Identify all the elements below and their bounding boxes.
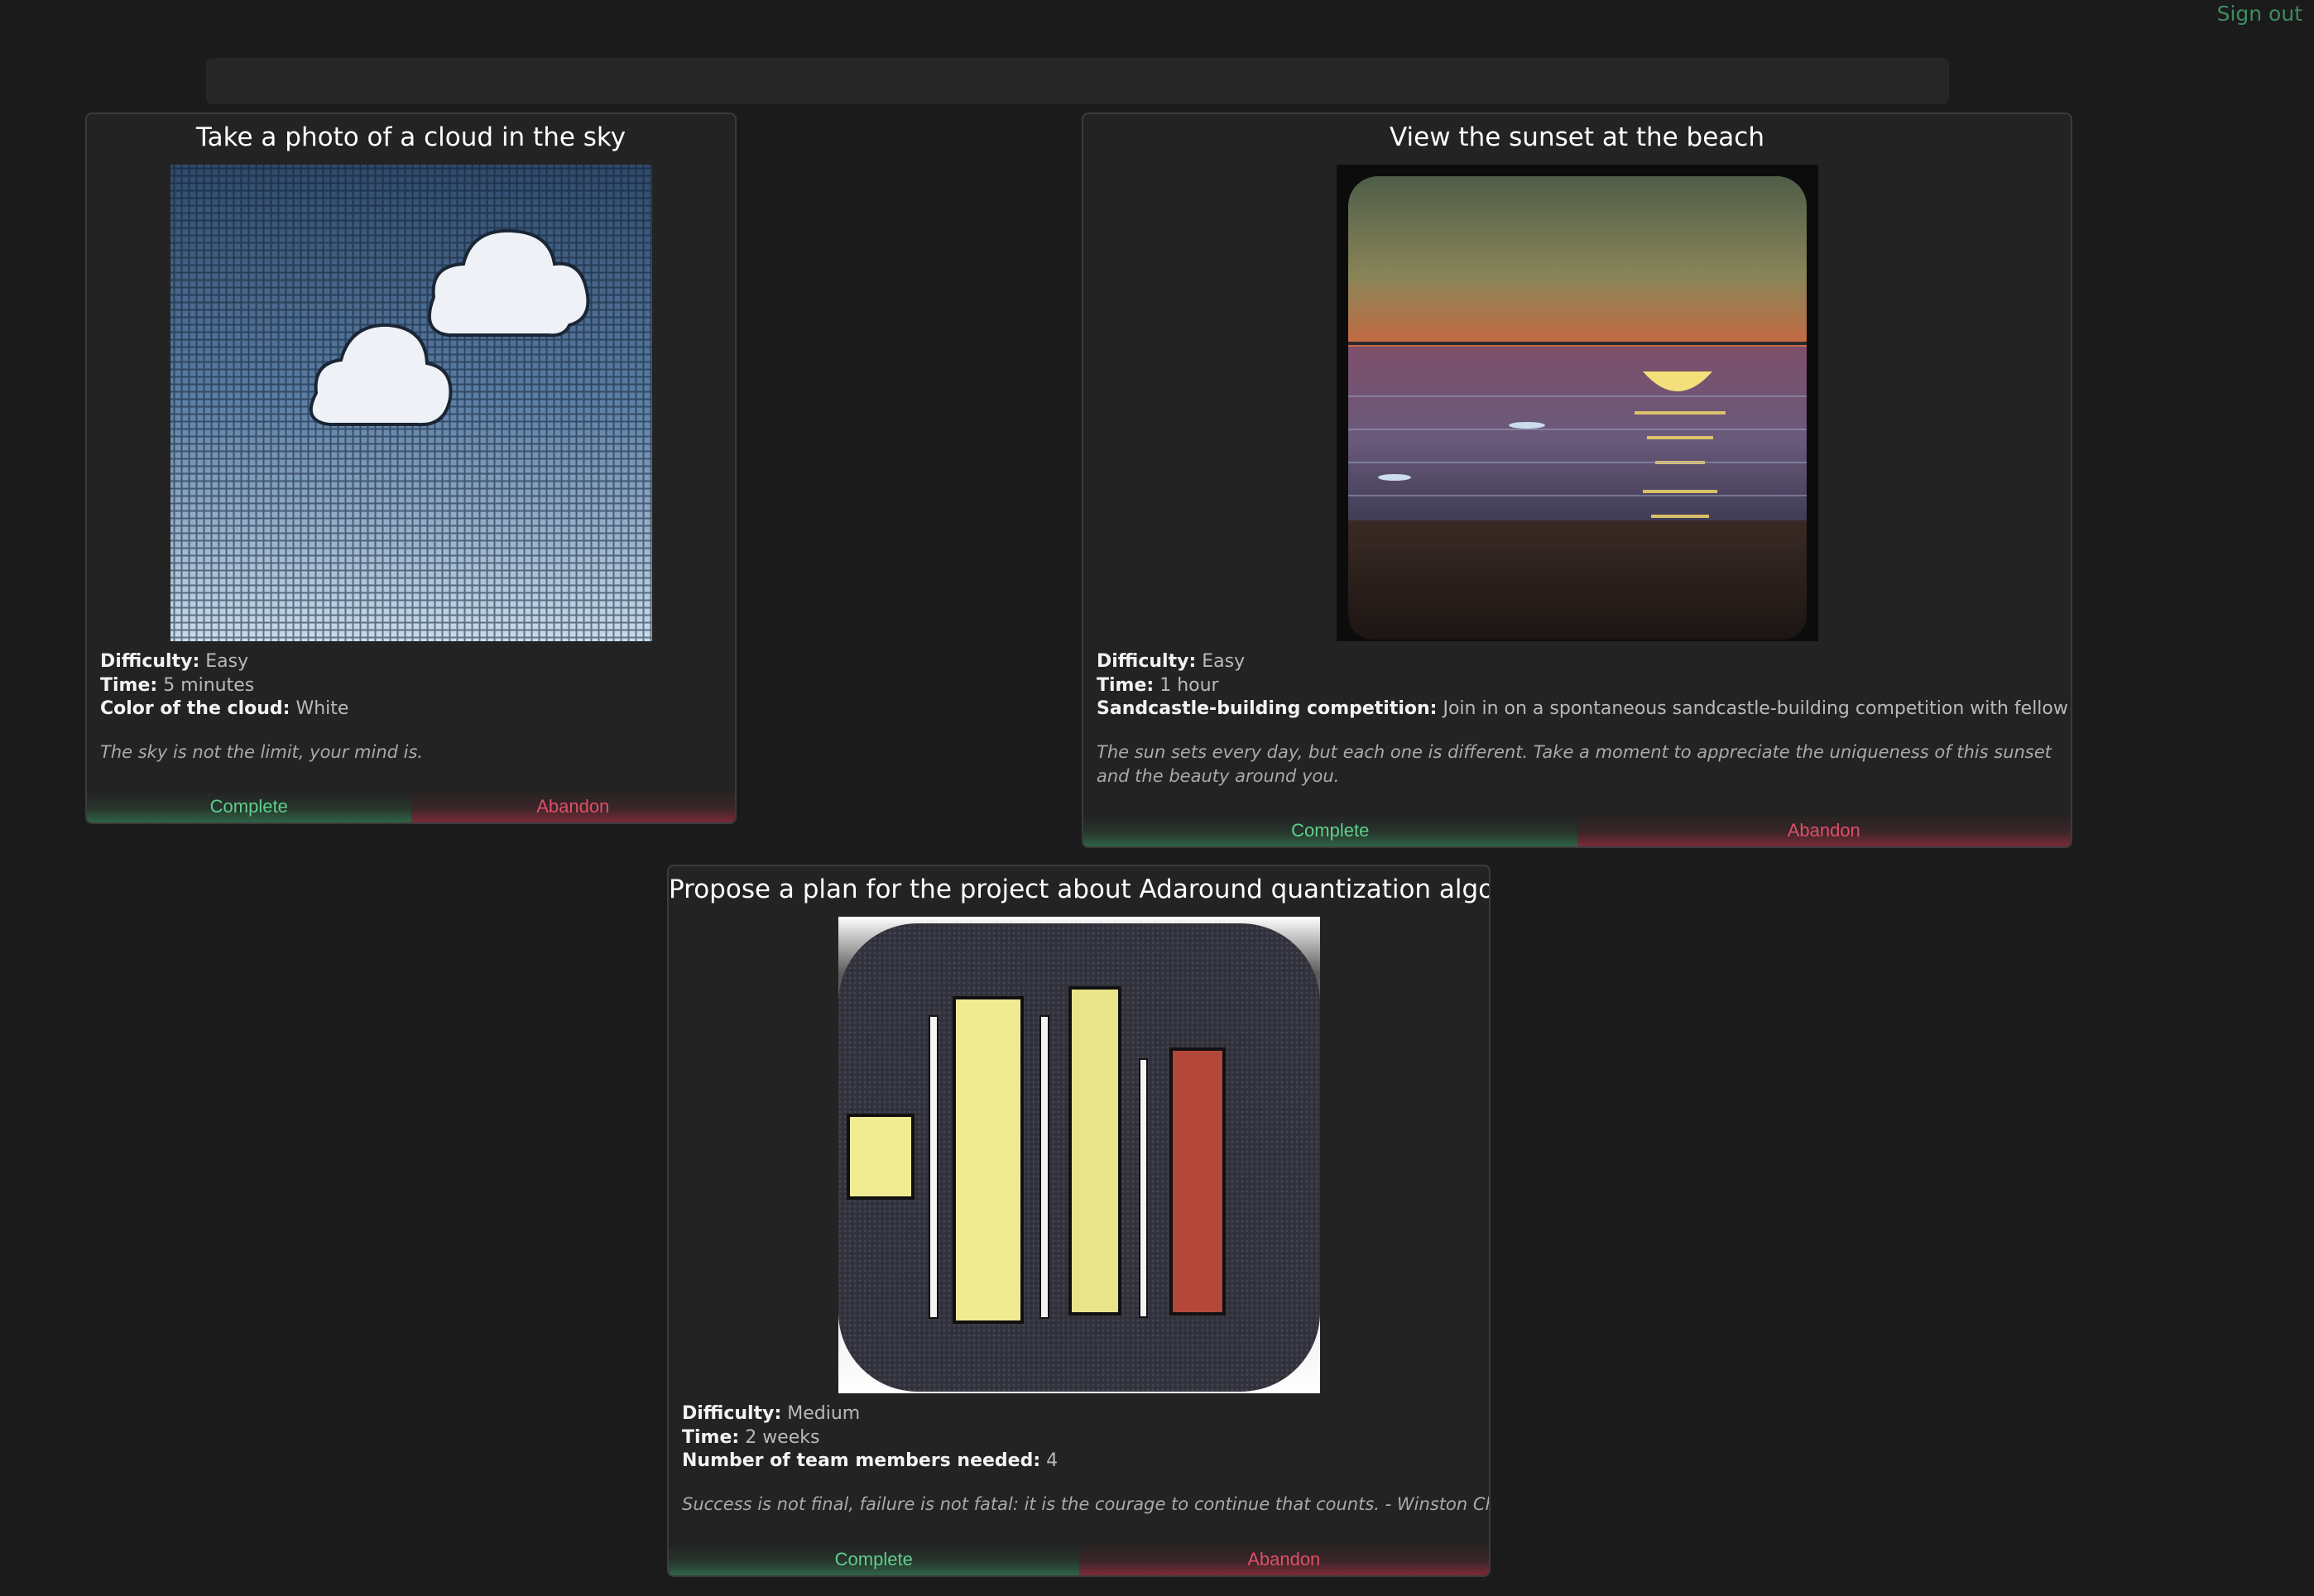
detail-row: Time: 5 minutes xyxy=(100,674,722,698)
sign-out-link[interactable]: Sign out xyxy=(2217,2,2302,26)
quest-details: Difficulty: Medium Time: 2 weeks Number … xyxy=(682,1402,1476,1474)
detail-label: Color of the cloud: xyxy=(100,698,290,719)
beach-sunset-image xyxy=(1337,165,1818,641)
detail-value: Easy xyxy=(1202,651,1246,672)
detail-label: Time: xyxy=(100,674,158,696)
detail-value: 4 xyxy=(1046,1450,1059,1471)
cloud-sky-image xyxy=(170,165,652,641)
complete-button[interactable]: Complete xyxy=(87,791,411,822)
abandon-button[interactable]: Abandon xyxy=(1577,815,2071,846)
quest-details: Difficulty: Easy Time: 5 minutes Color o… xyxy=(100,650,722,721)
quest-actions: Complete Abandon xyxy=(669,1544,1489,1575)
search-bar[interactable] xyxy=(206,58,1949,104)
detail-row: Time: 1 hour xyxy=(1097,674,2057,698)
quest-quote: The sun sets every day, but each one is … xyxy=(1097,742,2052,786)
quest-title: Take a photo of a cloud in the sky xyxy=(195,122,627,152)
detail-value: Easy xyxy=(205,651,249,672)
detail-label: Difficulty: xyxy=(1097,651,1197,672)
detail-label: Time: xyxy=(1097,674,1155,696)
quest-quote: Success is not final, failure is not fat… xyxy=(682,1494,1491,1514)
quest-actions: Complete Abandon xyxy=(87,791,735,822)
detail-label: Number of team members needed: xyxy=(682,1450,1041,1471)
quest-title: View the sunset at the beach xyxy=(1390,122,1764,152)
detail-value: 1 hour xyxy=(1159,674,1219,696)
abandon-button[interactable]: Abandon xyxy=(410,791,735,822)
detail-label: Time: xyxy=(682,1426,740,1448)
detail-row: Sandcastle-building competition: Join in… xyxy=(1097,697,2071,721)
quest-quote: The sky is not the limit, your mind is. xyxy=(100,742,424,762)
quest-details: Difficulty: Easy Time: 1 hour Sandcastle… xyxy=(1097,650,2071,721)
detail-value: Medium xyxy=(787,1403,861,1424)
complete-button[interactable]: Complete xyxy=(669,1544,1079,1575)
quest-card-cloud: Take a photo of a cloud in the sky Diffi… xyxy=(85,113,737,824)
detail-row: Difficulty: Easy xyxy=(1097,650,2057,674)
quest-card-sunset: View the sunset at the beach Difficulty:… xyxy=(1082,113,2072,848)
quest-title: Propose a plan for the project about Ada… xyxy=(669,875,1491,904)
detail-label: Difficulty: xyxy=(100,651,200,672)
abandon-button[interactable]: Abandon xyxy=(1078,1544,1489,1575)
quest-actions: Complete Abandon xyxy=(1083,815,2071,846)
detail-row: Time: 2 weeks xyxy=(682,1426,1476,1450)
complete-button[interactable]: Complete xyxy=(1083,815,1577,846)
detail-value: 2 weeks xyxy=(745,1426,820,1448)
bar-chart-icon-image xyxy=(838,917,1320,1393)
detail-label: Difficulty: xyxy=(682,1403,782,1424)
quest-card-adaround: Propose a plan for the project about Ada… xyxy=(667,865,1491,1577)
detail-value: White xyxy=(295,698,349,719)
detail-row: Number of team members needed: 4 xyxy=(682,1450,1476,1474)
detail-label: Sandcastle-building competition: xyxy=(1097,698,1438,719)
detail-row: Difficulty: Easy xyxy=(100,650,722,674)
detail-row: Difficulty: Medium xyxy=(682,1402,1476,1426)
detail-value: Join in on a spontaneous sandcastle-buil… xyxy=(1443,698,2071,719)
detail-value: 5 minutes xyxy=(163,674,255,696)
detail-row: Color of the cloud: White xyxy=(100,697,722,721)
